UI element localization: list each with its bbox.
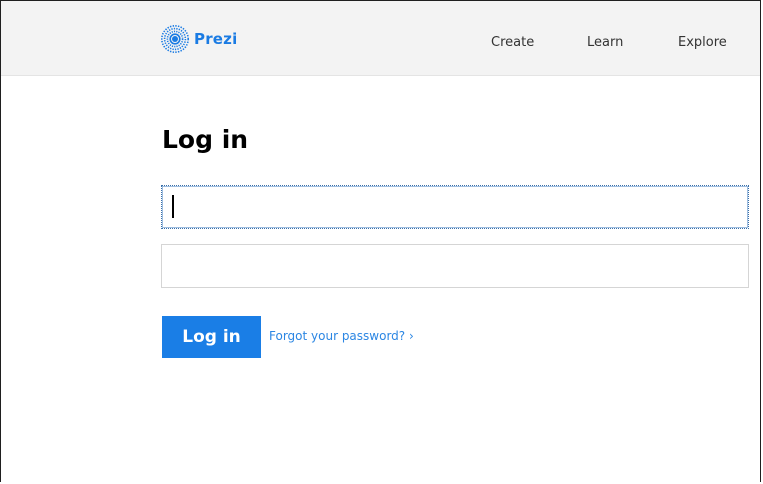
prezi-logo-icon bbox=[160, 24, 190, 54]
password-field[interactable] bbox=[161, 244, 749, 288]
login-button[interactable]: Log in bbox=[162, 316, 261, 358]
nav-explore[interactable]: Explore bbox=[678, 35, 727, 50]
nav-create[interactable]: Create bbox=[491, 35, 534, 50]
logo-text: Prezi bbox=[194, 30, 238, 48]
page-title: Log in bbox=[162, 125, 249, 154]
browser-viewport: Prezi Create Learn Explore Log in Log in… bbox=[0, 0, 761, 482]
email-field[interactable] bbox=[161, 185, 749, 229]
site-header: Prezi Create Learn Explore bbox=[1, 1, 760, 76]
nav-learn[interactable]: Learn bbox=[587, 35, 623, 50]
forgot-password-link[interactable]: Forgot your password? › bbox=[269, 329, 414, 343]
prezi-logo[interactable]: Prezi bbox=[160, 25, 237, 53]
